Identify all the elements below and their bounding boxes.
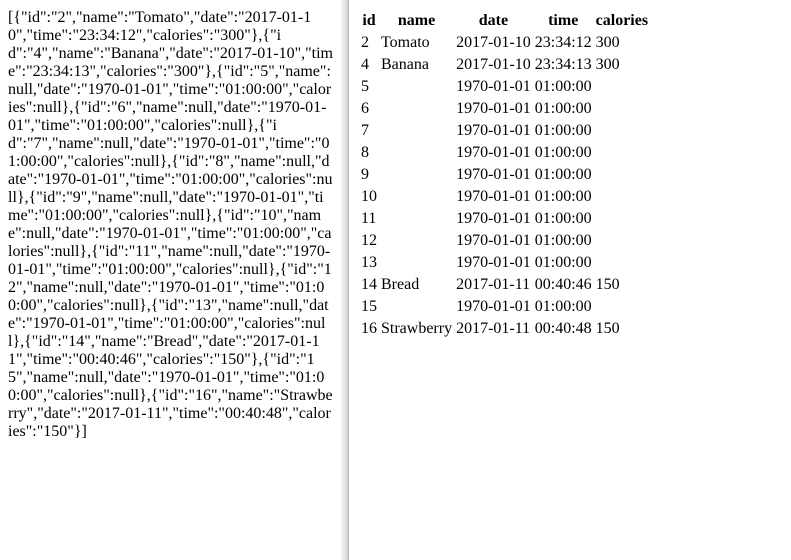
- cell-time: 01:00:00: [534, 144, 592, 161]
- cell-name: [380, 121, 453, 141]
- cell-name: Banana: [381, 56, 429, 73]
- cell-date: 1970-01-01: [456, 298, 531, 315]
- cell-calories: [595, 99, 649, 119]
- table-row: 6 1970-01-01 01:00:00: [360, 99, 649, 119]
- cell-id: 5: [361, 78, 369, 95]
- table-row: 2 Tomato 2017-01-10 23:34:12 300: [360, 33, 649, 53]
- cell-date: 2017-01-10: [456, 56, 531, 73]
- cell-name: [380, 209, 453, 229]
- table-row: 15 1970-01-01 01:00:00: [360, 297, 649, 317]
- cell-id: 7: [361, 122, 369, 139]
- cell-calories: [595, 143, 649, 163]
- cell-date: 2017-01-11: [456, 320, 531, 337]
- cell-id: 14: [361, 276, 377, 293]
- cell-date: 1970-01-01: [456, 188, 531, 205]
- cell-time: 00:40:46: [534, 276, 592, 293]
- cell-calories: [595, 121, 649, 141]
- cell-date: 1970-01-01: [456, 100, 531, 117]
- cell-time: 01:00:00: [534, 122, 592, 139]
- table-row: 14 Bread 2017-01-11 00:40:46 150: [360, 275, 649, 295]
- cell-name: [380, 99, 453, 119]
- cell-calories: [595, 77, 649, 97]
- cell-calories: [595, 209, 649, 229]
- cell-calories: [595, 253, 649, 273]
- cell-name: [380, 165, 453, 185]
- column-header-calories: calories: [595, 12, 649, 29]
- cell-time: 01:00:00: [534, 298, 592, 315]
- cell-date: 2017-01-11: [456, 276, 531, 293]
- cell-id: 6: [361, 100, 369, 117]
- cell-calories: 150: [595, 276, 620, 293]
- cell-time: 23:34:13: [534, 56, 592, 73]
- table-output-pane: id name date time calories 2 Tomato 2017-0…: [349, 0, 791, 560]
- cell-id: 15: [361, 298, 377, 315]
- cell-calories: [595, 297, 649, 317]
- cell-calories: 300: [595, 56, 620, 73]
- cell-date: 2017-01-10: [456, 34, 531, 51]
- cell-id: 9: [361, 166, 369, 183]
- cell-id: 12: [361, 232, 377, 249]
- header-row: id name date time calories: [360, 11, 649, 31]
- cell-calories: [595, 165, 649, 185]
- table-row: 10 1970-01-01 01:00:00: [360, 187, 649, 207]
- cell-id: 4: [361, 56, 369, 73]
- cell-time: 00:40:48: [534, 320, 592, 337]
- cell-calories: 300: [595, 34, 620, 51]
- table-row: 11 1970-01-01 01:00:00: [360, 209, 649, 229]
- cell-id: 8: [361, 144, 369, 161]
- cell-date: 1970-01-01: [456, 78, 531, 95]
- cell-name: [380, 143, 453, 163]
- cell-date: 1970-01-01: [456, 232, 531, 249]
- column-header-name: name: [397, 12, 436, 29]
- food-table-body: 2 Tomato 2017-01-10 23:34:12 300 4 Banana 2017-…: [360, 33, 649, 339]
- cell-name: [380, 297, 453, 317]
- table-row: 4 Banana 2017-01-10 23:34:13 300: [360, 55, 649, 75]
- column-header-time: time: [548, 12, 579, 29]
- cell-date: 1970-01-01: [456, 210, 531, 227]
- cell-time: 01:00:00: [534, 210, 592, 227]
- cell-date: 1970-01-01: [456, 166, 531, 183]
- cell-date: 1970-01-01: [456, 144, 531, 161]
- cell-calories: [595, 187, 649, 207]
- table-row: 12 1970-01-01 01:00:00: [360, 231, 649, 251]
- cell-name: [380, 253, 453, 273]
- json-output-text: [{"id":"2","name":"Tomato","date":"2017-…: [8, 9, 333, 440]
- cell-time: 01:00:00: [534, 166, 592, 183]
- cell-calories: [595, 231, 649, 251]
- cell-name: [380, 187, 453, 207]
- cell-time: 01:00:00: [534, 232, 592, 249]
- cell-time: 01:00:00: [534, 254, 592, 271]
- cell-date: 1970-01-01: [456, 122, 531, 139]
- cell-name: Tomato: [381, 34, 430, 51]
- cell-time: 23:34:12: [534, 34, 592, 51]
- cell-id: 16: [361, 320, 377, 337]
- cell-name: Strawberry: [381, 320, 453, 337]
- food-table: id name date time calories 2 Tomato 2017-0…: [358, 9, 651, 341]
- cell-id: 10: [361, 188, 377, 205]
- table-row: 13 1970-01-01 01:00:00: [360, 253, 649, 273]
- cell-name: [380, 77, 453, 97]
- table-row: 7 1970-01-01 01:00:00: [360, 121, 649, 141]
- cell-calories: 150: [595, 320, 620, 337]
- cell-name: [380, 231, 453, 251]
- table-row: 8 1970-01-01 01:00:00: [360, 143, 649, 163]
- cell-date: 1970-01-01: [456, 254, 531, 271]
- cell-id: 2: [361, 34, 369, 51]
- table-row: 5 1970-01-01 01:00:00: [360, 77, 649, 97]
- table-row: 9 1970-01-01 01:00:00: [360, 165, 649, 185]
- cell-time: 01:00:00: [534, 78, 592, 95]
- column-header-id: id: [362, 12, 376, 29]
- column-header-date: date: [478, 12, 509, 29]
- cell-id: 11: [361, 210, 377, 227]
- food-table-header: id name date time calories: [360, 11, 649, 31]
- cell-time: 01:00:00: [534, 188, 592, 205]
- table-row: 16 Strawberry 2017-01-11 00:40:48 150: [360, 319, 649, 339]
- cell-time: 01:00:00: [534, 100, 592, 117]
- cell-name: Bread: [381, 276, 420, 293]
- cell-id: 13: [361, 254, 377, 271]
- browser-viewport: [{"id":"2","name":"Tomato","date":"2017-…: [0, 0, 791, 560]
- json-output-pane: [{"id":"2","name":"Tomato","date":"2017-…: [0, 0, 341, 560]
